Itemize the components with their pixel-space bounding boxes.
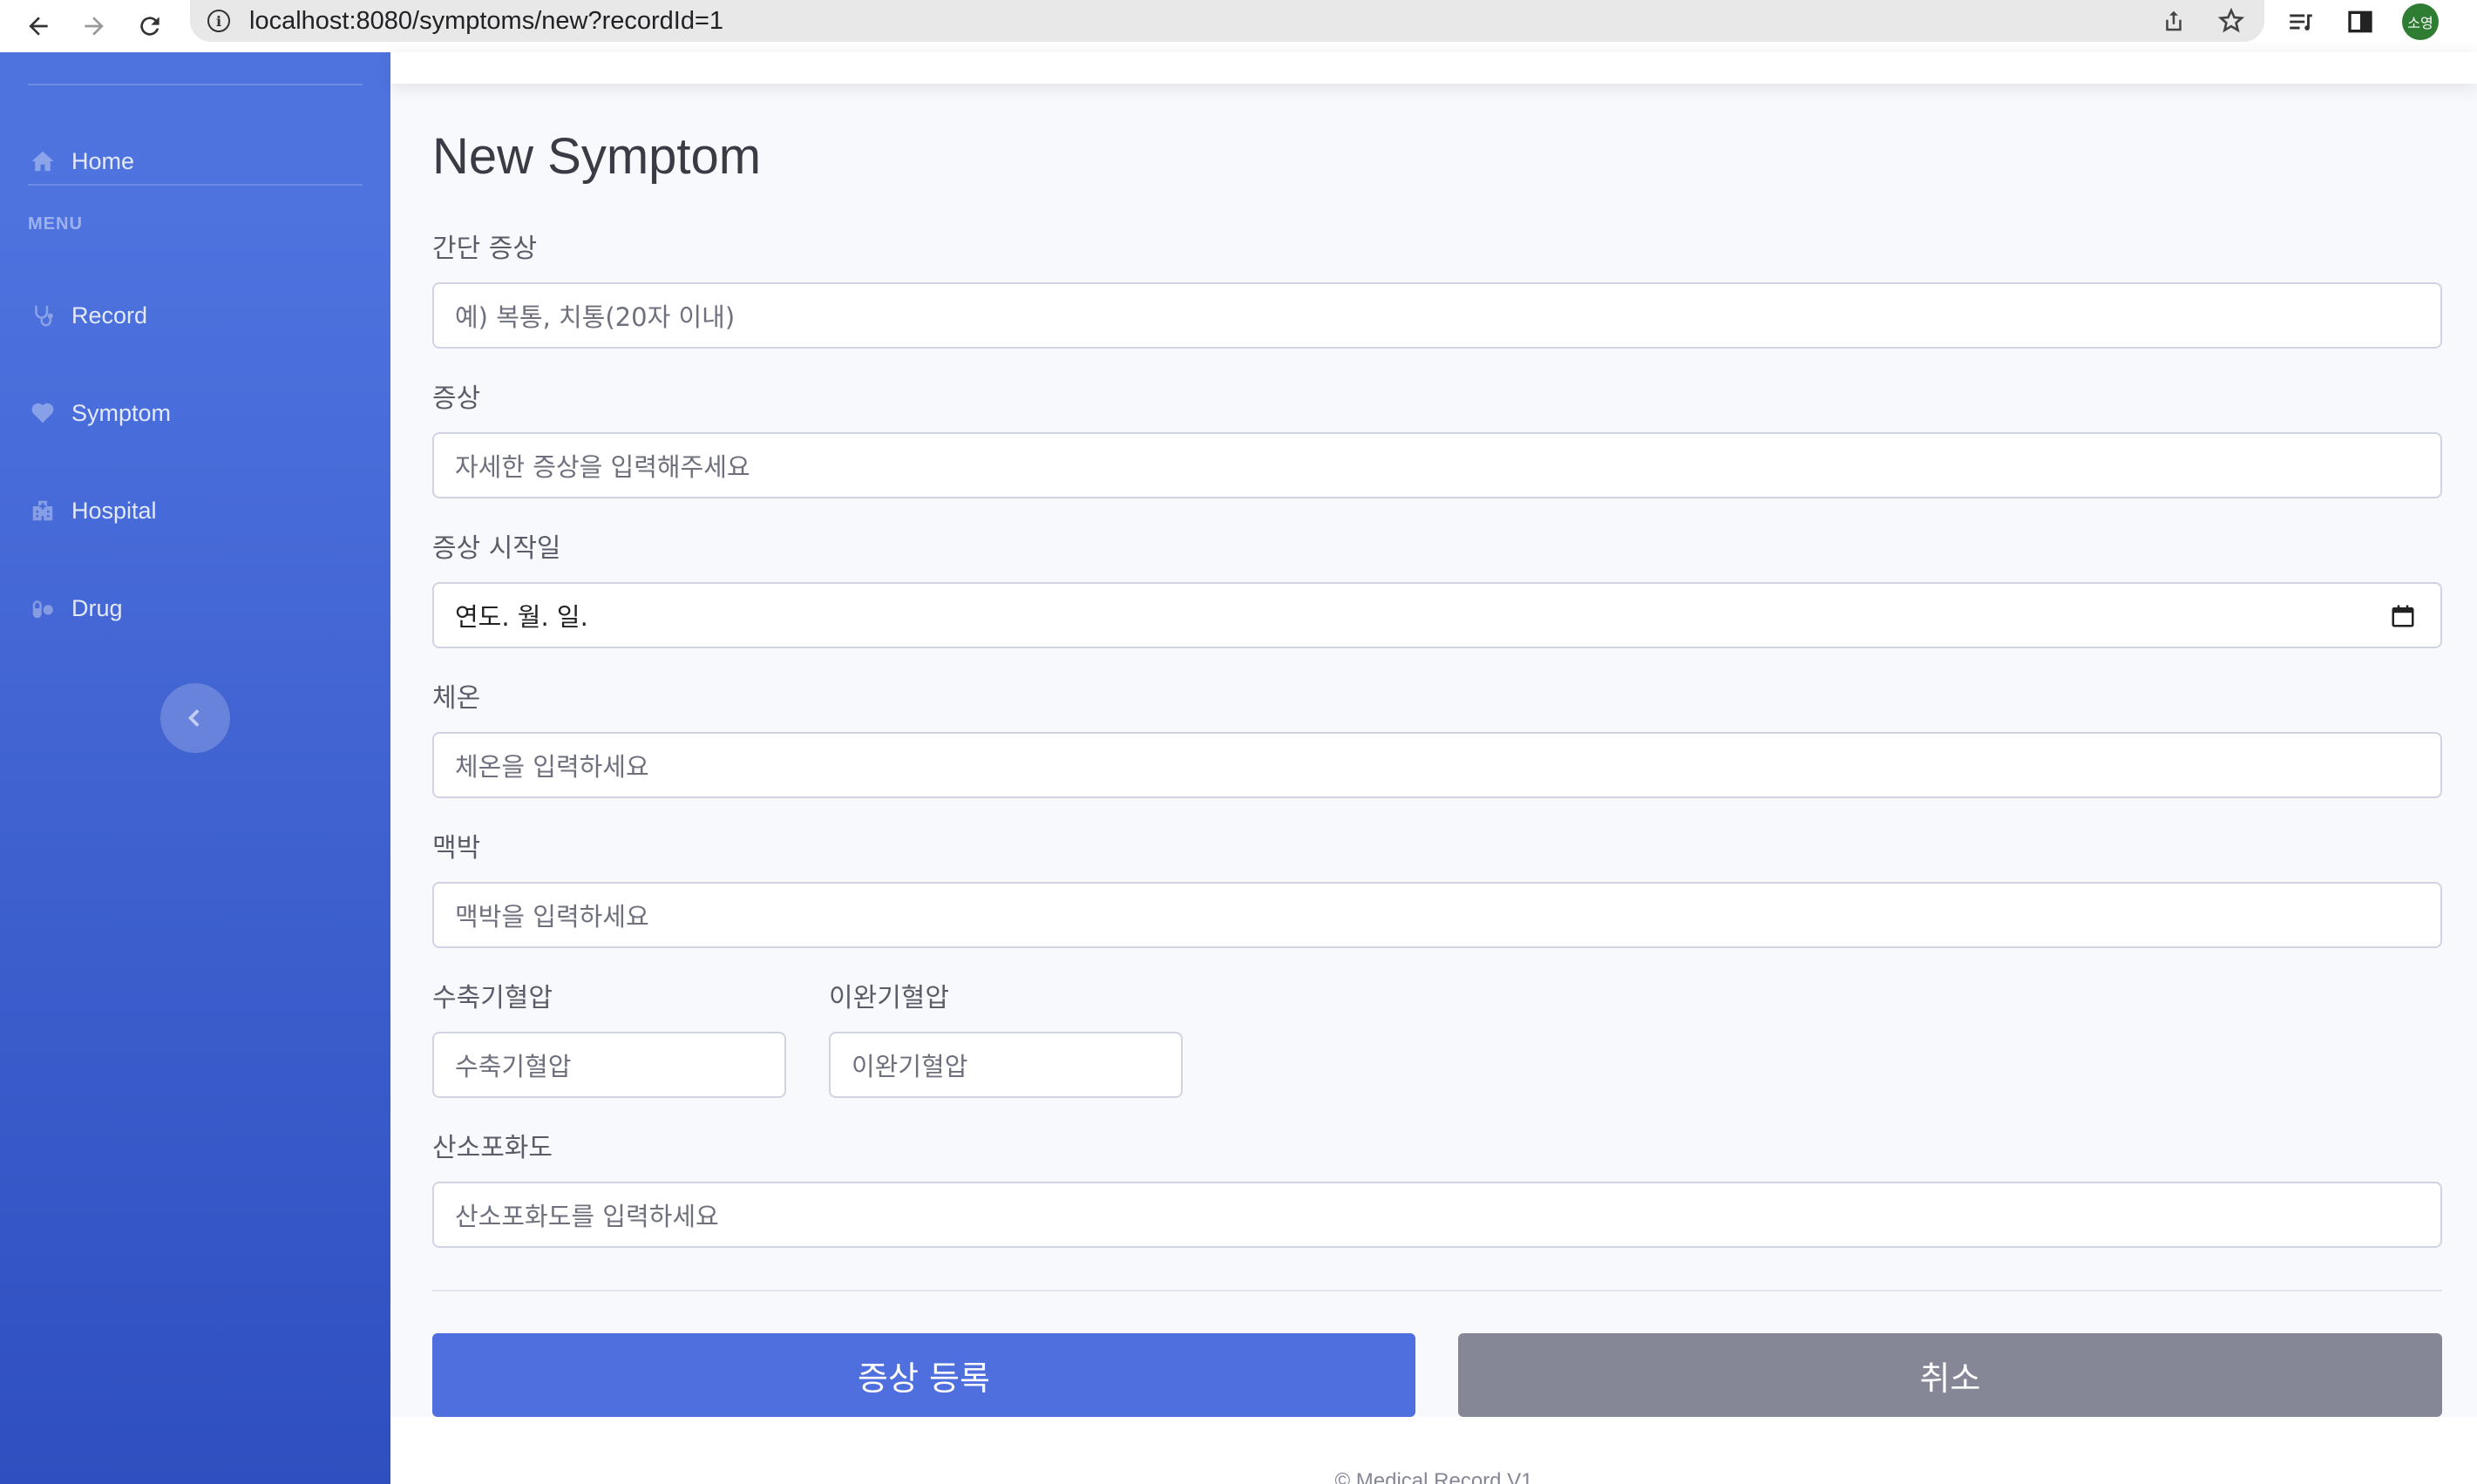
sidebar-item-symptom[interactable]: Symptom [28,387,171,439]
sidebar-item-label: Home [71,147,135,174]
forward-arrow-icon[interactable] [73,5,115,47]
more-menu-icon[interactable] [2463,4,2477,39]
browser-toolbar: i localhost:8080/symptoms/new?recordId=1… [0,0,2477,52]
sidebar: Home MENU Record Symptom Hospital Drug [0,52,390,1484]
input-placeholder: 예) 복통, 치통(20자 이내) [455,302,736,332]
sidebar-item-label: Hospital [71,497,157,524]
bookmark-star-icon[interactable] [2216,5,2247,37]
sidebar-item-hospital[interactable]: Hospital [28,485,157,537]
sidebar-item-label: Symptom [71,399,172,426]
submit-symptom-button[interactable]: 증상 등록 [432,1333,1415,1417]
footer-copyright: © Medical Record V1 [1334,1469,1533,1484]
temperature-input[interactable]: 체온을 입력하세요 [432,732,2442,798]
url-text: localhost:8080/symptoms/new?recordId=1 [249,6,724,35]
brief-symptom-label: 간단 증상 [432,234,537,264]
input-placeholder: 연도. 월. 일. [455,602,588,632]
reload-icon[interactable] [129,5,171,47]
form-divider [432,1290,2442,1291]
side-panel-icon[interactable] [2343,4,2378,39]
input-placeholder: 산소포화도를 입력하세요 [455,1202,719,1231]
profile-avatar[interactable]: 소영 [2402,3,2439,40]
sidebar-heading: MENU [28,214,83,234]
stethoscope-icon [28,301,58,330]
page-title: New Symptom [432,128,762,185]
home-icon [28,146,58,176]
onset-date-label: 증상 시작일 [432,533,561,564]
brief-symptom-input[interactable]: 예) 복통, 치통(20자 이내) [432,282,2442,349]
symptom-input[interactable]: 자세한 증상을 입력해주세요 [432,432,2442,498]
sidebar-item-drug[interactable]: Drug [28,582,123,634]
hospital-icon [28,496,58,525]
input-placeholder: 수축기혈압 [455,1052,572,1081]
sidebar-item-record[interactable]: Record [28,289,147,342]
systolic-label: 수축기혈압 [432,983,553,1013]
sidebar-divider [28,184,363,186]
temperature-label: 체온 [432,683,481,714]
calendar-icon[interactable] [2390,603,2416,629]
main-content: New Symptom 간단 증상 예) 복통, 치통(20자 이내) 증상 자… [390,52,2477,1484]
diastolic-label: 이완기혈압 [829,983,949,1013]
heartbeat-icon [28,398,58,428]
sidebar-item-label: Record [71,302,148,329]
input-placeholder: 이완기혈압 [852,1052,968,1081]
input-placeholder: 맥박을 입력하세요 [455,902,649,932]
input-placeholder: 자세한 증상을 입력해주세요 [455,452,750,482]
diastolic-input[interactable]: 이완기혈압 [829,1032,1183,1098]
pulse-label: 맥박 [432,833,481,864]
back-arrow-icon[interactable] [17,5,59,47]
input-placeholder: 체온을 입력하세요 [455,752,649,782]
chevron-left-icon [187,708,200,728]
share-icon[interactable] [2158,5,2189,37]
onset-date-input[interactable]: 연도. 월. 일. [432,582,2442,648]
oxygen-label: 산소포화도 [432,1133,553,1163]
sidebar-divider [28,84,363,85]
address-bar[interactable]: i localhost:8080/symptoms/new?recordId=1 [190,0,2264,42]
sidebar-item-home[interactable]: Home [28,135,134,187]
pulse-input[interactable]: 맥박을 입력하세요 [432,882,2442,948]
pills-icon [28,593,58,623]
site-info-icon[interactable]: i [207,10,230,32]
oxygen-input[interactable]: 산소포화도를 입력하세요 [432,1182,2442,1248]
sidebar-item-label: Drug [71,594,123,621]
systolic-input[interactable]: 수축기혈압 [432,1032,786,1098]
sidebar-toggle-button[interactable] [160,683,230,753]
topbar [390,52,2477,84]
cancel-button[interactable]: 취소 [1458,1333,2442,1417]
symptom-label: 증상 [432,383,481,414]
media-playlist-icon[interactable] [2284,4,2318,39]
